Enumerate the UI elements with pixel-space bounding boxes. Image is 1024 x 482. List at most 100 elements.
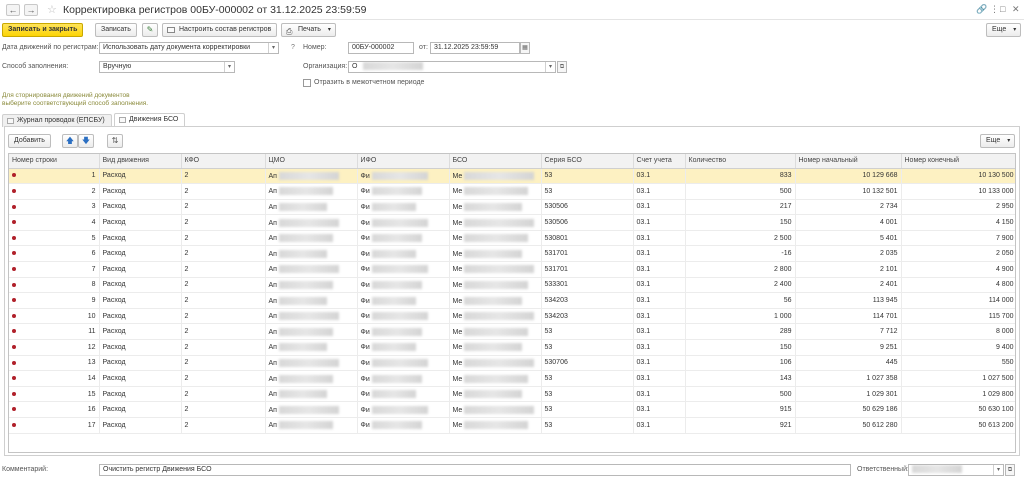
cell-quantity[interactable]: 150 [685, 339, 796, 356]
cell-start-number[interactable]: 2 401 [795, 277, 902, 294]
cell-line-number[interactable]: 1 [9, 168, 100, 185]
cell-ifo[interactable]: Фи [357, 386, 450, 403]
cell-line-number[interactable]: 9 [9, 292, 100, 309]
cell-start-number[interactable]: 4 001 [795, 214, 902, 231]
cell-kind[interactable]: Расход [99, 277, 182, 294]
interperiod-checkbox[interactable] [303, 79, 311, 87]
cell-series[interactable]: 53 [541, 183, 634, 200]
cell-bso[interactable]: Ме [449, 230, 542, 247]
maximize-icon[interactable]: □ [1000, 4, 1005, 14]
post-icon[interactable]: ✎ [142, 23, 158, 37]
cell-cmo[interactable]: Ап [265, 370, 358, 387]
cell-ifo[interactable]: Фи [357, 168, 450, 185]
cell-bso[interactable]: Ме [449, 214, 542, 231]
forward-button[interactable]: → [24, 4, 38, 16]
more-button[interactable]: Еще ▾ [986, 23, 1022, 37]
cell-account[interactable]: 03.1 [633, 355, 686, 372]
cell-series[interactable]: 530506 [541, 199, 634, 216]
cell-kind[interactable]: Расход [99, 386, 182, 403]
cell-cmo[interactable]: Ап [265, 261, 358, 278]
cell-end-number[interactable]: 1 029 800 [901, 386, 1015, 403]
cell-ifo[interactable]: Фи [357, 230, 450, 247]
cell-cmo[interactable]: Ап [265, 417, 358, 434]
cell-bso[interactable]: Ме [449, 261, 542, 278]
responsible-field[interactable]: ▾ [908, 464, 1004, 476]
cell-bso[interactable]: Ме [449, 292, 542, 309]
cell-line-number[interactable]: 13 [9, 355, 100, 372]
cell-end-number[interactable]: 7 900 [901, 230, 1015, 247]
cell-cmo[interactable]: Ап [265, 308, 358, 325]
cell-ifo[interactable]: Фи [357, 183, 450, 200]
cell-quantity[interactable]: 143 [685, 370, 796, 387]
cell-start-number[interactable]: 2 035 [795, 245, 902, 263]
cell-bso[interactable]: Ме [449, 323, 542, 341]
table-row[interactable]: 7 Расход 2 Ап Фи Ме 531701 03.1 2 800 2 101 4 900 [9, 261, 1015, 278]
cell-end-number[interactable]: 4 150 [901, 214, 1015, 231]
cell-start-number[interactable]: 10 132 501 [795, 183, 902, 200]
cell-account[interactable]: 03.1 [633, 199, 686, 216]
table-more-button[interactable]: Еще ▾ [980, 134, 1016, 148]
cell-quantity[interactable]: 921 [685, 417, 796, 434]
cell-ifo[interactable]: Фи [357, 214, 450, 231]
column-header[interactable]: Номер строки [9, 154, 100, 169]
cell-kfo[interactable]: 2 [181, 261, 266, 278]
cell-series[interactable]: 53 [541, 323, 634, 341]
cell-series[interactable]: 531701 [541, 245, 634, 263]
cell-line-number[interactable]: 3 [9, 199, 100, 216]
cell-kind[interactable]: Расход [99, 370, 182, 387]
cell-end-number[interactable]: 10 130 500 [901, 168, 1015, 185]
save-button[interactable]: Записать [95, 23, 137, 37]
cell-line-number[interactable]: 16 [9, 401, 100, 418]
cell-series[interactable]: 53 [541, 401, 634, 418]
link-icon[interactable]: 🔗 [976, 4, 987, 15]
cell-ifo[interactable]: Фи [357, 355, 450, 372]
cell-end-number[interactable]: 4 800 [901, 277, 1015, 294]
table-row[interactable]: 6 Расход 2 Ап Фи Ме 531701 03.1 -16 2 035 2 050 [9, 245, 1015, 263]
table-row[interactable]: 12 Расход 2 Ап Фи Ме 53 03.1 150 9 251 9 400 [9, 339, 1015, 356]
cell-bso[interactable]: Ме [449, 401, 542, 418]
cell-end-number[interactable]: 50 630 100 [901, 401, 1015, 418]
star-icon[interactable]: ☆ [47, 3, 57, 16]
cell-account[interactable]: 03.1 [633, 417, 686, 434]
cell-line-number[interactable]: 10 [9, 308, 100, 325]
column-header[interactable]: Количество [685, 154, 796, 169]
cell-ifo[interactable]: Фи [357, 199, 450, 216]
cell-quantity[interactable]: 2 800 [685, 261, 796, 278]
close-icon[interactable]: ✕ [1012, 4, 1020, 15]
cell-account[interactable]: 03.1 [633, 230, 686, 247]
cell-account[interactable]: 03.1 [633, 245, 686, 263]
cell-ifo[interactable]: Фи [357, 277, 450, 294]
cell-quantity[interactable]: 150 [685, 214, 796, 231]
cell-cmo[interactable]: Ап [265, 230, 358, 247]
cell-kind[interactable]: Расход [99, 339, 182, 356]
save-close-button[interactable]: Записать и закрыть [2, 23, 84, 37]
table-row[interactable]: 4 Расход 2 Ап Фи Ме 530506 03.1 150 4 001 4 150 [9, 214, 1015, 231]
cell-kind[interactable]: Расход [99, 355, 182, 372]
cell-end-number[interactable]: 50 613 200 [901, 417, 1015, 434]
move-down-icon[interactable]: 🡇 [78, 134, 94, 148]
cell-kind[interactable]: Расход [99, 417, 182, 434]
cell-cmo[interactable]: Ап [265, 323, 358, 341]
table-row[interactable]: 17 Расход 2 Ап Фи Ме 53 03.1 921 50 612 280 50 613… [9, 417, 1015, 434]
cell-kfo[interactable]: 2 [181, 386, 266, 403]
cell-line-number[interactable]: 15 [9, 386, 100, 403]
cell-bso[interactable]: Ме [449, 277, 542, 294]
cell-start-number[interactable]: 445 [795, 355, 902, 372]
cell-ifo[interactable]: Фи [357, 261, 450, 278]
cell-bso[interactable]: Ме [449, 199, 542, 216]
column-header[interactable]: Номер начальный [795, 154, 902, 169]
cell-bso[interactable]: Ме [449, 355, 542, 372]
open-link-icon[interactable]: ⧉ [1005, 464, 1015, 476]
table-row[interactable]: 11 Расход 2 Ап Фи Ме 53 03.1 289 7 712 8 000 [9, 323, 1015, 341]
cell-start-number[interactable]: 10 129 668 [795, 168, 902, 185]
configure-registers-button[interactable]: Настроить состав регистров [162, 23, 278, 37]
cell-series[interactable]: 531701 [541, 261, 634, 278]
cell-cmo[interactable]: Ап [265, 277, 358, 294]
cell-kind[interactable]: Расход [99, 292, 182, 309]
cell-quantity[interactable]: 56 [685, 292, 796, 309]
cell-end-number[interactable]: 550 [901, 355, 1015, 372]
cell-account[interactable]: 03.1 [633, 292, 686, 309]
cell-kfo[interactable]: 2 [181, 401, 266, 418]
cell-bso[interactable]: Ме [449, 183, 542, 200]
table-row[interactable]: 16 Расход 2 Ап Фи Ме 53 03.1 915 50 629 186 50 630… [9, 401, 1015, 418]
